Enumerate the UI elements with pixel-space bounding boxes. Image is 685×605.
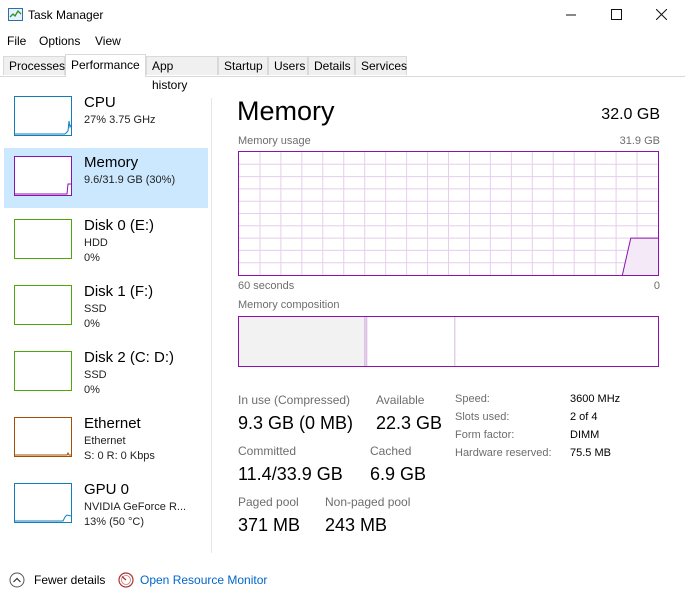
tab-details[interactable]: Details [308, 56, 355, 75]
memory-usage-max: 31.9 GB [619, 135, 660, 147]
non-paged-pool-label: Non-paged pool [325, 495, 411, 509]
sidebar-item-name: CPU [84, 94, 116, 111]
maximize-icon [610, 9, 622, 20]
sidebar-item-detail: 27% 3.75 GHz [84, 114, 156, 126]
tab-startup[interactable]: Startup [218, 56, 268, 75]
sidebar-item-detail: 9.6/31.9 GB (30%) [84, 174, 176, 186]
close-button[interactable] [638, 0, 684, 30]
ethernet-sparkline [15, 451, 71, 456]
sidebar-item-cpu[interactable]: CPU 27% 3.75 GHz [4, 88, 208, 148]
sidebar-item-name: Disk 0 (E:) [84, 217, 155, 234]
menu-file[interactable]: File [7, 34, 26, 48]
sidebar-item-name: Memory [84, 154, 139, 171]
ethernet-thumbnail-graph [14, 417, 72, 457]
usage-fill [622, 238, 658, 275]
task-manager-icon [8, 8, 23, 21]
hardware-reserved-value: 75.5 MB [570, 447, 611, 459]
fewer-details-button[interactable]: Fewer details [34, 573, 105, 587]
form-factor-label: Form factor: [455, 429, 515, 441]
memory-usage-graph [238, 151, 659, 276]
cpu-sparkline [15, 120, 72, 135]
minimize-icon [565, 14, 576, 16]
sidebar-item-usage: 0% [84, 318, 100, 330]
time-axis-right-label: 0 [653, 280, 660, 292]
paged-pool-label: Paged pool [238, 495, 299, 509]
sidebar-item-memory[interactable]: Memory 9.6/31.9 GB (30%) [4, 148, 208, 208]
non-paged-pool-value: 243 MB [325, 515, 388, 535]
minimize-button[interactable] [548, 0, 594, 30]
chevron-up-icon[interactable] [9, 572, 25, 588]
time-axis-left-label: 60 seconds [238, 280, 295, 292]
sidebar-item-name: GPU 0 [84, 481, 130, 498]
memory-composition-plot [239, 317, 456, 366]
gpu-sparkline [15, 514, 72, 522]
sidebar-item-ethernet[interactable]: Ethernet Ethernet S: 0 R: 0 Kbps [4, 409, 208, 469]
hardware-reserved-label: Hardware reserved: [455, 447, 552, 459]
speed-label: Speed: [455, 393, 490, 405]
tab-bar: Processes Performance App history Startu… [0, 54, 685, 92]
page-title: Memory [237, 96, 335, 126]
sidebar-item-usage: 13% (50 °C) [84, 516, 145, 528]
memory-usage-plot [239, 152, 658, 276]
memory-total: 32.0 GB [601, 106, 660, 123]
close-icon [655, 9, 667, 20]
in-use-value: 9.3 GB (0 MB) [238, 413, 354, 433]
slots-used-value: 2 of 4 [570, 411, 598, 423]
disk-2-thumbnail-graph [14, 351, 72, 391]
sidebar-item-usage: 0% [84, 384, 100, 396]
tab-processes[interactable]: Processes [3, 56, 65, 75]
memory-composition-bar [238, 316, 659, 367]
performance-sidebar: CPU 27% 3.75 GHz Memory 9.6/31.9 GB (30%… [0, 85, 211, 555]
sidebar-item-disk-2[interactable]: Disk 2 (C: D:) SSD 0% [4, 343, 208, 403]
open-resource-monitor-link[interactable]: Open Resource Monitor [140, 573, 267, 587]
sidebar-item-model: NVIDIA GeForce R... [84, 501, 187, 513]
sidebar-item-type: HDD [84, 237, 108, 249]
tab-app-history[interactable]: App history [146, 56, 218, 92]
sidebar-item-throughput: S: 0 R: 0 Kbps [84, 450, 155, 462]
cpu-thumbnail-graph [14, 96, 72, 136]
tab-performance[interactable]: Performance [65, 54, 146, 77]
composition-in-use-segment [239, 317, 365, 366]
maximize-button[interactable] [593, 0, 639, 30]
committed-value: 11.4/33.9 GB [238, 464, 343, 484]
tab-users[interactable]: Users [268, 56, 308, 75]
available-label: Available [376, 393, 425, 407]
window-title: Task Manager [28, 8, 104, 22]
memory-usage-label: Memory usage [238, 135, 311, 147]
sidebar-item-disk-0[interactable]: Disk 0 (E:) HDD 0% [4, 211, 208, 271]
memory-thumbnail-graph [14, 156, 72, 196]
menu-view[interactable]: View [95, 34, 121, 48]
sidebar-item-type: SSD [84, 369, 107, 381]
disk-0-thumbnail-graph [14, 219, 72, 259]
speed-value: 3600 MHz [570, 393, 621, 405]
sidebar-item-adapter: Ethernet [84, 435, 126, 447]
cached-label: Cached [370, 444, 412, 458]
sidebar-item-name: Disk 2 (C: D:) [84, 349, 174, 366]
title-bar[interactable]: Task Manager [0, 0, 685, 30]
available-value: 22.3 GB [376, 413, 443, 433]
sidebar-divider[interactable] [211, 98, 212, 553]
gpu-0-thumbnail-graph [14, 483, 72, 523]
tab-services[interactable]: Services [355, 56, 407, 75]
memory-composition-label: Memory composition [238, 299, 340, 311]
paged-pool-value: 371 MB [238, 515, 301, 535]
in-use-label: In use (Compressed) [238, 393, 351, 407]
menu-options[interactable]: Options [39, 34, 80, 48]
memory-sparkline [15, 183, 71, 195]
sidebar-item-name: Disk 1 (F:) [84, 283, 154, 300]
sidebar-item-type: SSD [84, 303, 107, 315]
footer-bar: Fewer details Open Resource Monitor [0, 567, 685, 595]
resource-monitor-icon [118, 572, 134, 588]
disk-1-thumbnail-graph [14, 285, 72, 325]
sidebar-item-disk-1[interactable]: Disk 1 (F:) SSD 0% [4, 277, 208, 337]
menu-bar: File Options View [0, 31, 685, 51]
sidebar-item-usage: 0% [84, 252, 100, 264]
sidebar-item-name: Ethernet [84, 415, 141, 432]
sidebar-item-gpu-0[interactable]: GPU 0 NVIDIA GeForce R... 13% (50 °C) [4, 475, 208, 535]
slots-used-label: Slots used: [455, 411, 510, 423]
committed-label: Committed [238, 444, 297, 458]
form-factor-value: DIMM [570, 429, 600, 441]
cached-value: 6.9 GB [370, 464, 427, 484]
